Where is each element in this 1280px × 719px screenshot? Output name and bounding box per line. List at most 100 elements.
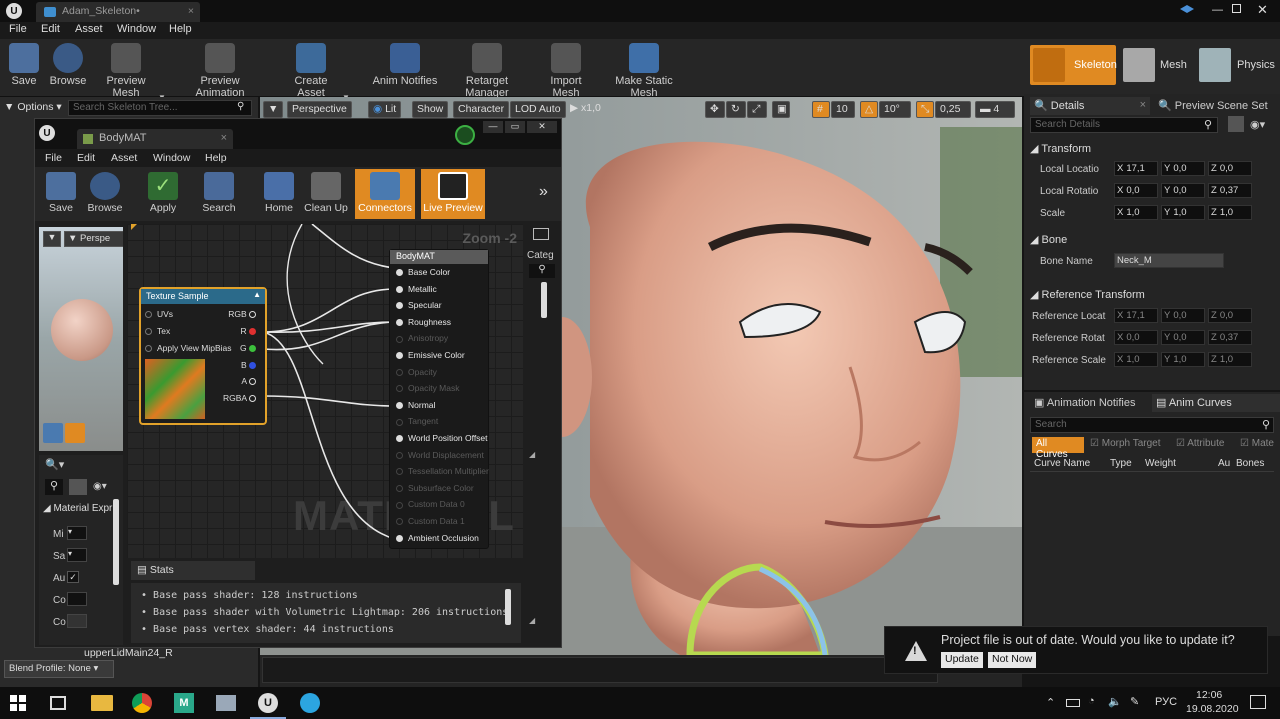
transform-z-field[interactable]: Z 0,0 [1208,161,1252,176]
material-input-pin[interactable]: Opacity [396,367,437,377]
show-button[interactable]: Show [412,101,449,118]
clock-date[interactable]: 19.08.2020 [1186,703,1239,715]
mode-skeleton-button[interactable]: Skeleton [1030,45,1117,85]
skeleton-search-input[interactable]: Search Skeleton Tree... [68,100,252,116]
battery-icon[interactable] [1066,699,1080,707]
expr-value[interactable] [67,592,87,606]
stats-scrollbar[interactable] [505,589,511,625]
transform-row-label[interactable]: Local Rotatio [1040,186,1098,197]
notifications-icon[interactable] [1250,695,1266,709]
chrome-icon[interactable] [132,693,152,713]
bone-row[interactable]: upperLidMain24_R [84,647,173,659]
col-weight[interactable]: Weight [1145,458,1176,469]
expr-dropdown[interactable]: ▾ [67,548,87,562]
save-button[interactable]: Save [6,39,42,97]
minimize-icon[interactable]: — [1212,4,1223,16]
browse-button[interactable]: Browse [46,39,90,97]
material-menu-edit[interactable]: Edit [77,152,95,164]
world-local-icon[interactable]: ▣ [772,101,790,118]
anim-curves-search-input[interactable]: Search [1030,417,1274,433]
timeline-track[interactable] [262,657,938,683]
close-icon[interactable]: ✕ [1257,2,1268,18]
palette-scrollbar[interactable] [541,282,547,318]
rgba-output-pin[interactable]: RGBA [223,393,261,403]
graduation-cap-icon[interactable] [1180,5,1194,13]
material-input-pin[interactable]: World Position Offset [396,433,488,443]
material-graph[interactable]: Zoom -2 MATERIAL Texture Sample ▲ UVs Te… [127,224,523,558]
transform-z-field[interactable]: Z 1,0 [1208,205,1252,220]
material-input-pin[interactable]: Metallic [396,284,437,294]
preview-perspective-button[interactable]: ▼ Perspe [64,231,123,247]
menu-edit[interactable]: Edit [41,23,60,35]
eye-icon[interactable]: ◉▾ [93,481,107,492]
preview-cube-icon[interactable] [43,423,63,443]
material-tab-close-icon[interactable]: × [221,132,227,144]
telegram-icon[interactable] [300,693,320,713]
filter-all-curves[interactable]: All Curves [1032,437,1084,460]
reference-x-field[interactable]: X 1,0 [1114,352,1158,367]
grid-snap-value[interactable]: 10 [831,101,855,118]
clock-time[interactable]: 12:06 [1196,689,1222,701]
menu-asset[interactable]: Asset [75,23,103,35]
b-output-pin[interactable]: B [241,360,261,370]
asset-tab[interactable]: Adam_Skeleton• × [36,2,200,22]
material-input-pin[interactable]: Opacity Mask [396,383,460,393]
rotation-snap-value[interactable]: 10° [879,101,911,118]
material-tab[interactable]: BodyMAT × [77,129,233,149]
rotation-snap-icon[interactable]: △ [860,101,878,118]
close-icon[interactable]: ✕ [527,121,557,133]
make-static-mesh-button[interactable]: Make Static Mesh [602,39,686,99]
search-icon[interactable]: ⚲ [529,264,555,278]
file-explorer-icon[interactable] [91,695,113,711]
scale-snap-icon[interactable]: ⤡ [916,101,934,118]
preview-animation-button[interactable]: Preview Animation [176,39,264,99]
filter-morph-target[interactable]: ☑ Morph Target [1090,438,1161,449]
rotate-icon[interactable]: ↻ [726,101,746,118]
reference-x-field[interactable]: X 17,1 [1114,308,1158,323]
details-search-input[interactable]: Search Details [1030,117,1218,133]
col-type[interactable]: Type [1110,458,1132,469]
preview-mesh-button[interactable]: Preview Mesh [94,39,158,99]
g-output-pin[interactable]: G [240,343,261,353]
r-output-pin[interactable]: R [240,326,261,336]
perspective-button[interactable]: Perspective [287,101,352,118]
scale-snap-value[interactable]: 0,25 [935,101,971,118]
grid-snap-icon[interactable]: # [812,101,830,118]
menu-window[interactable]: Window [117,23,156,35]
reference-y-field[interactable]: Y 0,0 [1161,330,1205,345]
bone-name-field[interactable]: Neck_M [1114,253,1224,268]
reference-row-label[interactable]: Reference Rotat [1032,333,1105,344]
unreal-taskbar-icon[interactable]: U [258,693,278,713]
playback-speed-button[interactable]: ▶ x1,0 [566,101,605,118]
transform-row-label[interactable]: Scale [1040,208,1065,219]
expr-value[interactable] [67,614,87,628]
reference-z-field[interactable]: Z 0,0 [1208,308,1252,323]
filter-material[interactable]: ☑ Mate [1240,438,1274,449]
texture-sample-node[interactable]: Texture Sample ▲ UVs Tex Apply View MipB… [139,287,267,425]
tab-details[interactable]: 🔍 Details × [1030,97,1150,115]
material-menu-help[interactable]: Help [205,152,227,164]
clean-up-button[interactable]: Clean Up [303,169,349,219]
rgb-output-pin[interactable]: RGB [228,309,261,319]
material-menu-asset[interactable]: Asset [111,152,137,164]
task-view-icon[interactable] [50,696,66,710]
connectors-button[interactable]: Connectors [355,169,415,219]
reference-z-field[interactable]: Z 0,37 [1208,330,1252,345]
material-input-pin[interactable]: Emissive Color [396,350,465,360]
preview-sphere-icon[interactable] [65,423,85,443]
tab-anim-curves[interactable]: ▤ Anim Curves [1152,394,1280,412]
live-preview-button[interactable]: Live Preview [421,169,485,219]
app-window-icon[interactable] [216,695,236,711]
transform-x-field[interactable]: X 1,0 [1114,205,1158,220]
anim-notifies-button[interactable]: Anim Notifies [372,39,438,97]
col-curve-name[interactable]: Curve Name [1034,458,1090,469]
material-input-pin[interactable]: Subsurface Color [396,483,474,493]
menu-file[interactable]: File [9,23,27,35]
material-search-button[interactable]: Search [199,169,239,219]
filter-attribute[interactable]: ☑ Attribute [1176,438,1224,449]
collapse-icon[interactable]: ▲ [253,290,261,299]
tab-close-icon[interactable]: × [1140,99,1146,111]
bone-section[interactable]: ◢ Bone [1030,233,1067,246]
tab-preview-scene[interactable]: 🔍 Preview Scene Set [1154,97,1280,115]
details-tab-icon[interactable]: 🔍▾ [45,458,64,471]
